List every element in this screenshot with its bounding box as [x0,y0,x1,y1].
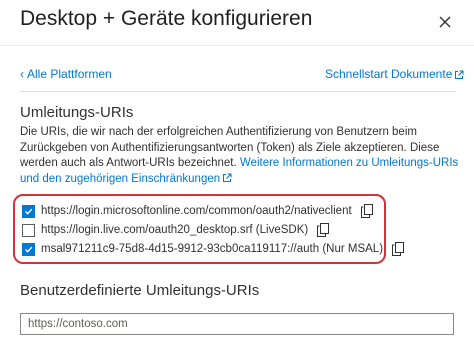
redirect-uris-heading: Umleitungs-URIs [20,104,134,121]
custom-uri-input[interactable] [20,313,454,335]
chevron-left-icon: ‹ [20,67,24,81]
uri-checkbox[interactable] [22,242,35,256]
external-link-icon [455,70,464,79]
checkmark-icon [25,208,33,215]
back-link-label: Alle Plattformen [27,67,112,81]
uri-row: msal971211c9-75d8-4d15-9912-93cb0ca11911… [22,240,405,258]
redirect-uris-description: Die URIs, die wir nach der erfolgreichen… [20,125,460,187]
quickstart-link[interactable]: Schnellstart [325,67,388,81]
uri-row: https://login.microsoftonline.com/common… [22,202,373,220]
docs-link-label: Dokumente [391,67,453,81]
panel-title: Desktop + Geräte konfigurieren [20,7,313,30]
section-divider [20,91,456,92]
external-link-icon [223,173,232,183]
checkmark-icon [25,246,33,253]
copy-icon[interactable] [392,242,405,256]
uri-text: https://login.live.com/oauth20_desktop.s… [41,224,309,236]
uri-checkbox[interactable] [22,204,35,218]
copy-icon[interactable] [317,223,330,237]
header-divider [0,45,474,46]
close-icon[interactable] [434,11,456,33]
uri-row: https://login.live.com/oauth20_desktop.s… [22,221,330,239]
copy-icon[interactable] [360,204,373,218]
docs-link[interactable]: Dokumente [391,67,464,81]
uri-text: msal971211c9-75d8-4d15-9912-93cb0ca11911… [41,243,384,255]
back-to-platforms-link[interactable]: ‹ Alle Plattformen [20,67,112,81]
custom-redirect-uris-heading: Benutzerdefinierte Umleitungs-URIs [20,282,260,299]
uri-text: https://login.microsoftonline.com/common… [41,205,352,217]
uri-checkbox[interactable] [22,223,35,237]
